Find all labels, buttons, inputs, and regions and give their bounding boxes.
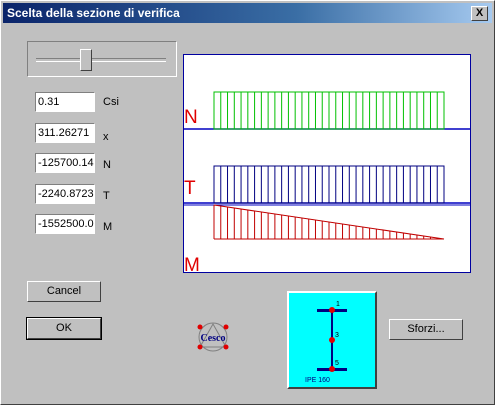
section-name: IPE 160 [305,377,330,384]
x-field[interactable]: 311.26271 [35,123,95,143]
n-diagram-label: N [184,107,198,128]
n-field[interactable]: -125700.14 [35,153,95,173]
point-1-label: 1 [336,301,340,308]
dialog-window: Scelta della sezione di verifica X 0.31 … [0,0,495,405]
close-button[interactable]: X [471,6,488,21]
m-field[interactable]: -1552500.0 [35,214,95,234]
csi-label: Csi [103,96,119,108]
t-label: T [103,190,110,202]
point-3-label: 3 [335,332,339,339]
cesco-logo: Cesco [192,319,234,355]
n-label: N [103,159,111,171]
force-diagram-panel: N T M [183,54,471,276]
cancel-button[interactable]: Cancel [27,281,101,302]
t-field[interactable]: -2240.8723 [35,184,95,204]
ok-button[interactable]: OK [26,317,102,340]
x-label: x [103,131,109,143]
ibeam-section-icon: 1 3 5 IPE 160 [305,301,347,384]
section-slider[interactable] [27,41,177,77]
window-title: Scelta della sezione di verifica [7,6,180,20]
slider-track[interactable] [36,58,166,62]
logo-text: Cesco [201,333,226,344]
csi-field[interactable]: 0.31 [35,92,95,112]
slider-thumb[interactable] [80,49,93,71]
m-label: M [103,221,113,233]
t-diagram-label: T [184,178,196,199]
point-5-label: 5 [335,360,339,367]
m-diagram-label: M [184,255,200,276]
sforzi-button[interactable]: Sforzi... [389,319,463,340]
force-diagram [184,91,470,240]
section-preview-button[interactable]: 1 3 5 IPE 160 [287,291,377,389]
title-bar[interactable]: Scelta della sezione di verifica X [3,3,492,23]
